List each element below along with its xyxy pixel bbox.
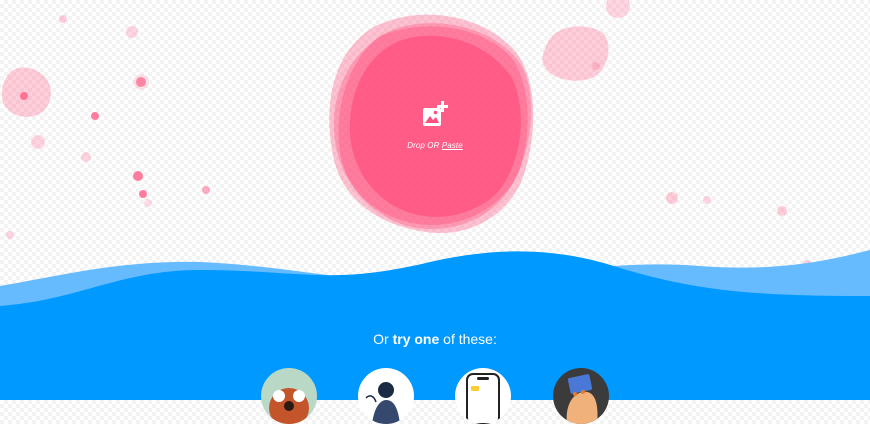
samples-heading-bold: try one	[392, 331, 440, 347]
illustration-photo-icon	[358, 368, 414, 424]
samples-heading-prefix: Or	[373, 331, 393, 347]
phone-screenshot-photo-icon	[455, 368, 511, 424]
sample-image-illustration[interactable]	[358, 368, 414, 424]
samples-heading: Or try one of these:	[0, 331, 870, 347]
sample-image-hand[interactable]	[553, 368, 609, 424]
sample-image-phone[interactable]	[455, 368, 511, 424]
sample-image-red-panda[interactable]	[261, 368, 317, 424]
hand-holding-card-photo-icon	[553, 368, 609, 424]
red-panda-photo-icon	[261, 368, 317, 424]
samples-heading-suffix: of these:	[439, 331, 497, 347]
